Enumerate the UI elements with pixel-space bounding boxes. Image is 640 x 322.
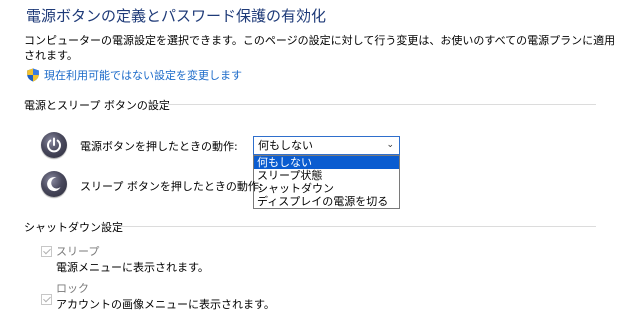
page-description: コンピューターの電源設定を選択できます。このページの設定に対して行う変更は、お使…: [24, 34, 616, 62]
dropdown-option-shutdown[interactable]: シャットダウン: [254, 182, 399, 195]
power-button-action-dropdown[interactable]: 何もしない スリープ状態 シャットダウン ディスプレイの電源を切る: [253, 155, 400, 209]
page-title: 電源ボタンの定義とパスワード保護の有効化: [26, 7, 327, 25]
power-button-action-select[interactable]: 何もしない ⌄: [253, 136, 400, 155]
lock-menu-checkbox[interactable]: [41, 294, 52, 305]
change-unavailable-settings-link[interactable]: 現在利用可能ではない設定を変更します: [26, 67, 242, 83]
change-link-text[interactable]: 現在利用可能ではない設定を変更します: [44, 67, 242, 83]
dropdown-option-do-nothing[interactable]: 何もしない: [254, 156, 399, 169]
sleep-moon-icon: [41, 171, 67, 197]
dropdown-option-sleep[interactable]: スリープ状態: [254, 169, 399, 182]
power-sleep-section-heading: 電源とスリープ ボタンの設定: [24, 99, 170, 112]
section-divider: [168, 104, 596, 105]
uac-shield-icon: [26, 68, 40, 82]
dropdown-option-turn-off-display[interactable]: ディスプレイの電源を切る: [254, 195, 399, 208]
power-button-action-label: 電源ボタンを押したときの動作:: [80, 140, 238, 153]
lock-menu-checkbox-label: ロック: [56, 282, 89, 295]
sleep-menu-checkbox-label: スリープ: [56, 245, 100, 258]
sleep-menu-description: 電源メニューに表示されます。: [56, 261, 209, 274]
power-button-action-value: 何もしない: [258, 139, 313, 152]
chevron-down-icon: ⌄: [386, 140, 394, 150]
sleep-button-action-label: スリープ ボタンを押したときの動作:: [80, 180, 263, 193]
power-icon: [41, 132, 67, 158]
sleep-menu-checkbox[interactable]: [41, 246, 52, 257]
shutdown-section-heading: シャットダウン設定: [24, 221, 123, 234]
lock-menu-description: アカウントの画像メニューに表示されます。: [56, 298, 275, 311]
section-divider: [118, 226, 596, 227]
